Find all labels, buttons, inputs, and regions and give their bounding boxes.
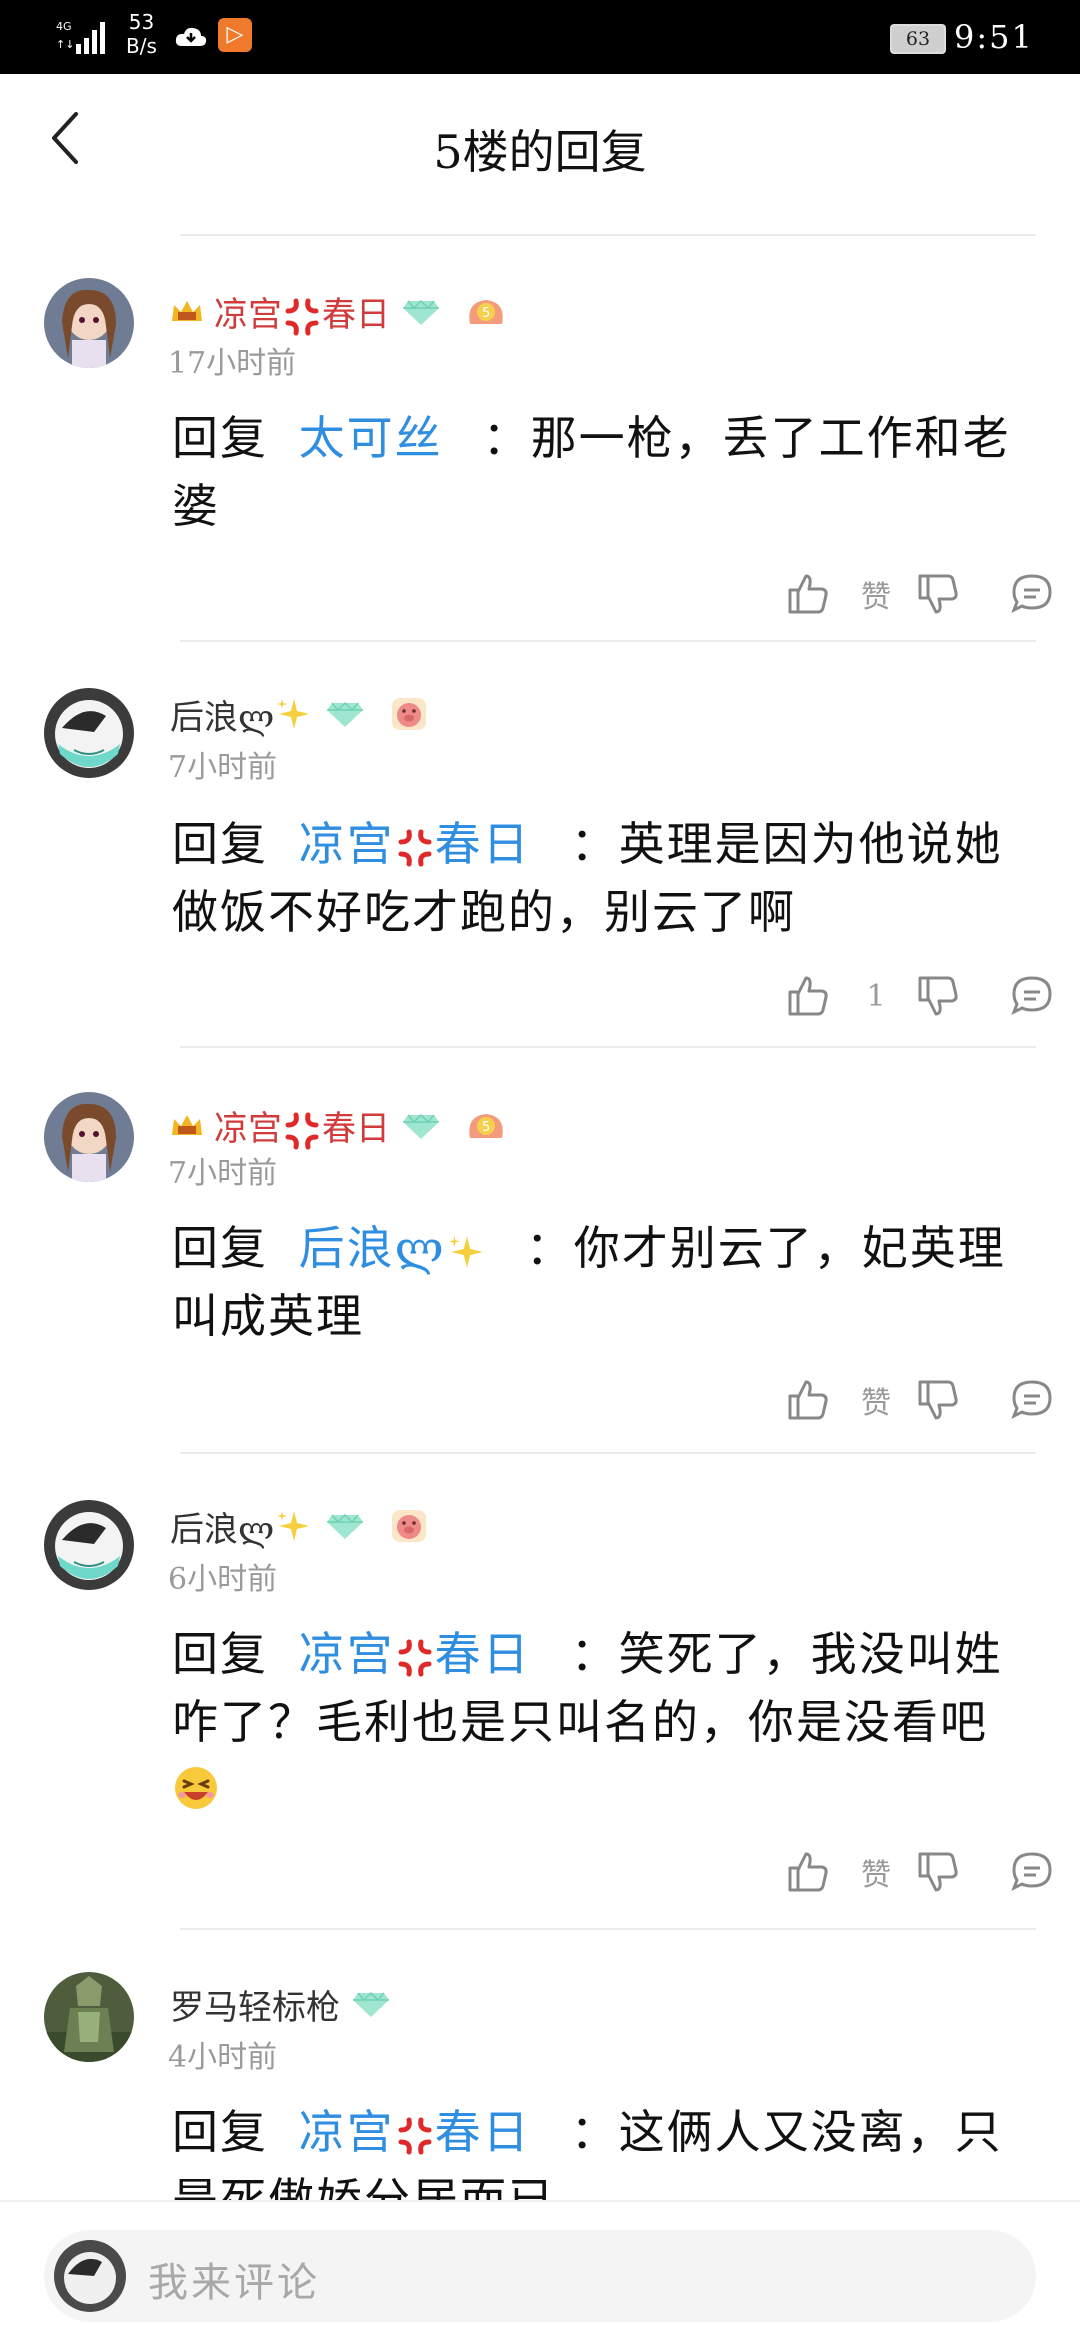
comment-bubble-icon[interactable] [1008,1376,1056,1424]
username[interactable]: 后浪ლ [170,690,274,739]
armored-warrior-avatar-icon [44,1972,134,2062]
thumbs-down-icon[interactable] [914,1848,962,1896]
thumbs-up-icon[interactable] [784,972,832,1020]
clock: 9:51 [954,18,1034,56]
signal-icon: 4G ↑↓ [56,20,105,54]
username[interactable]: 凉宫 春日 [214,1101,390,1151]
username[interactable]: 罗马轻标枪 [170,1980,340,2029]
anger-icon [398,1639,432,1677]
username[interactable]: 后浪ლ [170,1502,274,1551]
diamond-badge-icon [353,1991,389,2017]
diamond-badge-icon [403,1113,439,1139]
sparkle-icon [448,1236,483,1268]
user-avatar-icon [54,2240,126,2312]
timestamp: 7小时前 [168,750,278,785]
thumbs-up-icon[interactable] [784,1848,832,1896]
thumbs-down-icon[interactable] [914,570,962,618]
mention-link[interactable]: 太可丝 [299,411,443,465]
svg-text:5: 5 [482,306,490,321]
comment-text: 回复 后浪ლ ：你才别云了，妃英理叫成英理 [172,1221,1006,1343]
diamond-badge-icon [327,701,364,727]
comment-actions: 赞 [784,566,1056,622]
svg-text:↑↓: ↑↓ [56,38,74,51]
mention-link[interactable]: 凉宫 春日 [299,2105,531,2159]
avatar[interactable] [44,688,134,778]
user-row: 后浪ლ [170,690,428,739]
like-count: 赞 [861,1858,891,1893]
like-count: 1 [866,978,886,1014]
page-title: 5楼的回复 [433,125,647,179]
anime-girl-avatar-icon [44,278,134,368]
network-speed: 53 B/s [126,10,157,58]
user-row: 罗马轻标枪 [170,1980,390,2029]
comment-text: 回复 太可丝 ：那一枪，丢了工作和老婆 [172,411,1011,533]
thumbs-up-icon[interactable] [784,1376,832,1424]
laughing-emoji-icon [175,1767,217,1809]
comment-actions: 赞 [784,1844,1056,1900]
timestamp: 6小时前 [168,1562,278,1597]
user-row: 凉宫 春日 5 [170,1101,506,1151]
sparkle-icon [277,699,310,729]
diamond-badge-icon [327,1513,364,1539]
comment-item: 后浪ლ 6小时前 回复 凉宫 春日 ：笑死了，我没叫姓咋了？毛利也是只叫名的，你是没… [0,1454,1080,1928]
like-count: 赞 [861,580,891,615]
timestamp: 7小时前 [168,1156,278,1191]
like-count: 赞 [861,1386,891,1421]
masked-character-avatar-icon [44,688,134,778]
thumbs-up-icon[interactable] [784,570,832,618]
app-notification-icon: ▷ [218,18,252,52]
level-5-badge-icon: 5 [469,300,503,324]
comment-text: 回复 凉宫 春日 ：这俩人又没离，只是死傲娇分居而已 [172,2105,1003,2200]
thumbs-down-icon[interactable] [914,1376,962,1424]
comment-bubble-icon[interactable] [1008,570,1056,618]
pig-badge-icon [392,698,427,730]
svg-text:5: 5 [482,1120,490,1135]
timestamp: 17小时前 [168,346,297,381]
avatar[interactable] [44,1092,134,1182]
anger-icon [398,829,432,867]
diamond-badge-icon [403,299,439,325]
avatar[interactable] [44,1500,134,1590]
comment-text: 回复 凉宫 春日 ：笑死了，我没叫姓咋了？毛利也是只叫名的，你是没看吧 [172,1620,1032,1824]
comment-input[interactable]: 我来评论 [44,2230,1036,2322]
mention-link[interactable]: 凉宫 春日 [299,1627,531,1681]
anger-icon [285,298,319,336]
masked-character-avatar-icon [44,1500,134,1590]
status-bar: 4G ↑↓ 53 B/s ▷ 63 9:51 [0,0,1080,74]
comment-item: 凉宫 春日 5 7小时前 回复 后浪ლ ：你才别云了，妃英理叫成英理 赞 [0,1048,1080,1452]
user-row: 后浪ლ [170,1502,428,1551]
comment-actions: 1 [784,968,1056,1024]
crown-badge-icon [172,1115,202,1135]
sparkle-icon [277,1511,310,1541]
comment-item: 凉宫 春日 5 17小时前 回复 太可丝 ：那一枪，丢了工作和老婆 赞 [0,236,1080,640]
comment-text: 回复 凉宫 春日 ：英理是因为他说她做饭不好吃才跑的，别云了啊 [172,817,1003,939]
battery-icon: 63 [890,24,946,54]
username[interactable]: 凉宫 春日 [214,287,390,337]
level-5-badge-icon: 5 [469,1114,503,1138]
mention-link[interactable]: 凉宫 春日 [299,817,531,871]
svg-text:4G: 4G [56,20,72,33]
avatar[interactable] [44,278,134,368]
mention-link[interactable]: 后浪ლ [299,1221,486,1275]
header: 5楼的回复 [0,74,1080,222]
anger-icon [285,1112,319,1150]
comment-item: 后浪ლ 7小时前 回复 凉宫 春日 ：英理是因为他说她做饭不好吃才跑的，别云了啊 1 [0,642,1080,1046]
timestamp: 4小时前 [168,2040,278,2075]
comment-bar: 我来评论 [0,2200,1080,2342]
anger-icon [398,2117,432,2155]
crown-badge-icon [172,301,202,321]
comment-bubble-icon[interactable] [1008,972,1056,1020]
comment-actions: 赞 [784,1372,1056,1428]
current-user-avatar [54,2240,126,2312]
avatar[interactable] [44,1972,134,2062]
anime-girl-avatar-icon [44,1092,134,1182]
cloud-icon [175,27,207,46]
comment-item: 罗马轻标枪 4小时前 回复 凉宫 春日 ：这俩人又没离，只是死傲娇分居而已 [0,1930,1080,2200]
comment-bubble-icon[interactable] [1008,1848,1056,1896]
user-row: 凉宫 春日 5 [170,287,506,337]
comment-placeholder: 我来评论 [148,2260,320,2306]
thumbs-down-icon[interactable] [914,972,962,1020]
pig-badge-icon [392,1510,427,1542]
